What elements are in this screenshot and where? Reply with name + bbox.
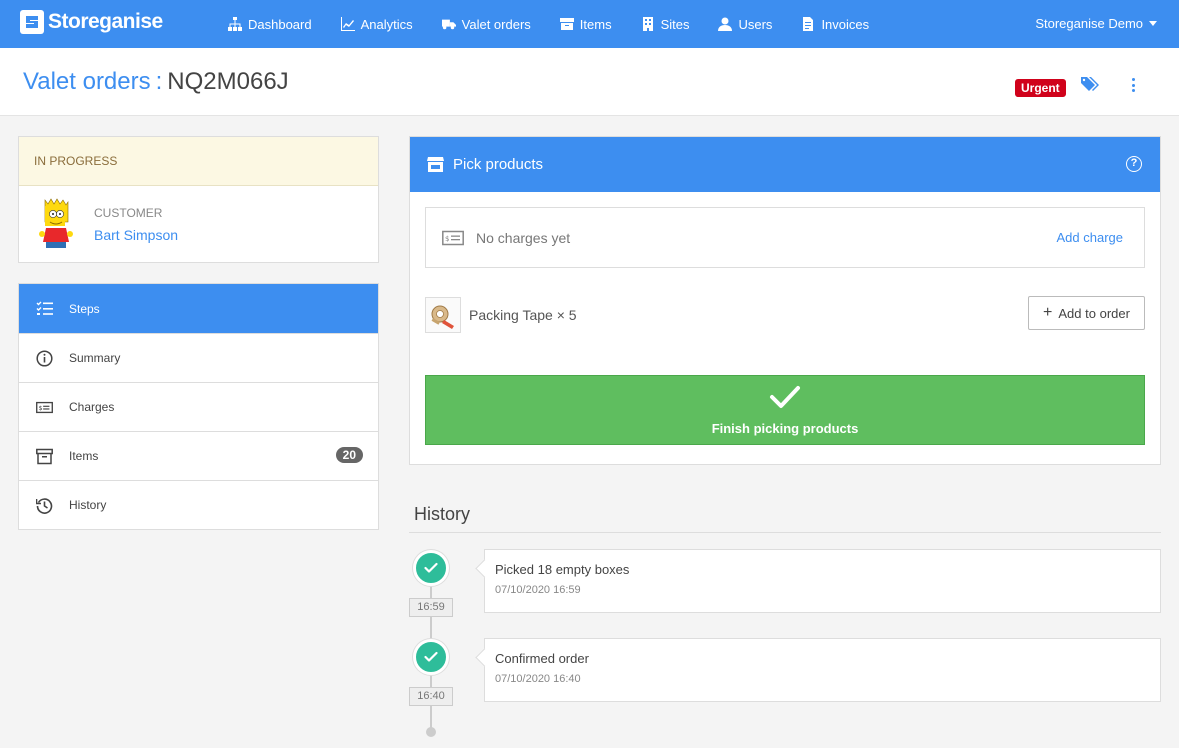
history-event: Confirmed order 07/10/2020 16:40 [484, 638, 1161, 702]
add-to-order-button[interactable]: + Add to order [1028, 296, 1145, 330]
panel-title: Pick products [453, 156, 544, 173]
nav-item-invoices[interactable]: Invoices [801, 17, 869, 32]
store-icon [427, 157, 444, 172]
add-to-order-label: Add to order [1058, 305, 1130, 321]
event-title: Picked 18 empty boxes [495, 562, 630, 577]
account-menu[interactable]: Storeganise Demo [1035, 16, 1157, 31]
event-date: 07/10/2020 16:59 [495, 584, 581, 596]
brand-logo[interactable]: Storeganise [20, 10, 163, 34]
nav-item-label: Analytics [360, 16, 413, 32]
customer-label: CUSTOMER [94, 206, 163, 220]
nav-item-dashboard[interactable]: Dashboard [228, 17, 312, 32]
history-icon [36, 498, 53, 514]
file-invoice-icon [803, 17, 814, 31]
items-count-badge: 20 [335, 447, 363, 463]
sitemap-icon [228, 17, 242, 31]
plus-icon: + [1043, 304, 1053, 321]
event-date: 07/10/2020 16:40 [495, 673, 581, 685]
finish-picking-button[interactable]: Finish picking products [425, 375, 1145, 445]
nav-item-items[interactable]: Items [559, 16, 612, 32]
finish-picking-label: Finish picking products [711, 421, 859, 436]
menu-item-label: Summary [69, 351, 121, 365]
nav-item-label: Items [579, 16, 612, 32]
more-options-icon[interactable] [1126, 76, 1140, 94]
nav-item-label: Valet orders [461, 16, 531, 32]
status-label: IN PROGRESS [19, 137, 378, 186]
breadcrumb-valet-orders[interactable]: Valet orders [23, 68, 151, 95]
line-chart-icon [340, 17, 355, 31]
timeline-check-icon [413, 550, 449, 586]
menu-item-items[interactable]: Items 20 [19, 431, 378, 480]
order-side-menu: Steps Summary $ Charges Items 20 History [18, 283, 379, 530]
nav-item-valet-orders[interactable]: Valet orders [441, 16, 531, 32]
brand-name: Storeganise [48, 10, 163, 33]
tags-icon[interactable] [1081, 76, 1101, 94]
user-icon [718, 17, 733, 31]
avatar [39, 198, 73, 248]
check-icon [770, 386, 800, 408]
menu-item-summary[interactable]: Summary [19, 333, 378, 382]
building-icon [642, 17, 653, 31]
event-title: Confirmed order [495, 651, 589, 666]
nav-item-sites[interactable]: Sites [641, 16, 690, 32]
help-icon[interactable]: ? [1126, 156, 1142, 172]
nav-item-analytics[interactable]: Analytics [340, 16, 413, 32]
nav-item-label: Dashboard [248, 16, 312, 32]
pick-products-panel: Pick products ? $ No charges yet Add cha… [409, 136, 1161, 465]
menu-item-label: History [69, 498, 107, 512]
archive-icon [559, 18, 574, 30]
truck-icon [441, 19, 456, 30]
timeline-check-icon [413, 639, 449, 675]
info-icon [36, 350, 53, 367]
menu-item-label: Charges [69, 400, 115, 414]
page-header: Valet orders: NQ2M066J Urgent [0, 48, 1179, 116]
nav-item-label: Sites [660, 16, 690, 32]
nav-item-users[interactable]: Users [718, 17, 772, 32]
add-charge-link[interactable]: Add charge [1057, 230, 1124, 245]
storeganise-logo-icon [20, 10, 44, 34]
packing-tape-icon [431, 305, 454, 329]
order-code: NQ2M066J [167, 68, 289, 95]
svg-text:$: $ [445, 235, 449, 243]
history-divider [409, 532, 1161, 533]
product-thumbnail [425, 297, 461, 333]
urgent-badge: Urgent [1015, 79, 1066, 97]
no-charges-text: No charges yet [476, 230, 571, 246]
nav-item-label: Users [738, 16, 773, 32]
customer-name-link[interactable]: Bart Simpson [94, 227, 178, 243]
money-bill-icon: $ [442, 230, 464, 246]
timeline-end-dot [426, 727, 436, 737]
timeline-time: 16:59 [409, 598, 453, 617]
menu-item-label: Items [69, 449, 99, 463]
money-bill-icon: $ [36, 401, 53, 414]
main-nav: Dashboard Analytics Valet orders Items S… [228, 0, 898, 48]
timeline-time: 16:40 [409, 687, 453, 706]
menu-item-charges[interactable]: $ Charges [19, 382, 378, 431]
history-event: Picked 18 empty boxes 07/10/2020 16:59 [484, 549, 1161, 613]
archive-icon [36, 448, 53, 465]
product-name: Packing Tape × 5 [469, 307, 577, 323]
breadcrumb-separator: : [155, 68, 163, 95]
history-heading: History [414, 504, 471, 524]
menu-item-steps[interactable]: Steps [19, 284, 378, 333]
account-name: Storeganise Demo [1035, 16, 1143, 31]
nav-item-label: Invoices [821, 16, 870, 32]
caret-down-icon [1149, 21, 1157, 26]
menu-item-history[interactable]: History [19, 480, 378, 529]
order-status-card: IN PROGRESS CUSTOMER Bart Simpson [18, 136, 379, 263]
svg-text:$: $ [39, 405, 43, 412]
panel-header: Pick products ? [410, 137, 1160, 192]
charges-box: $ No charges yet Add charge [425, 207, 1145, 268]
customer-section: CUSTOMER Bart Simpson [19, 186, 378, 263]
top-navbar: Storeganise Dashboard Analytics Valet or… [0, 0, 1179, 48]
checklist-icon [36, 301, 53, 315]
page-title: Valet orders: NQ2M066J [23, 68, 289, 96]
menu-item-label: Steps [69, 301, 100, 316]
